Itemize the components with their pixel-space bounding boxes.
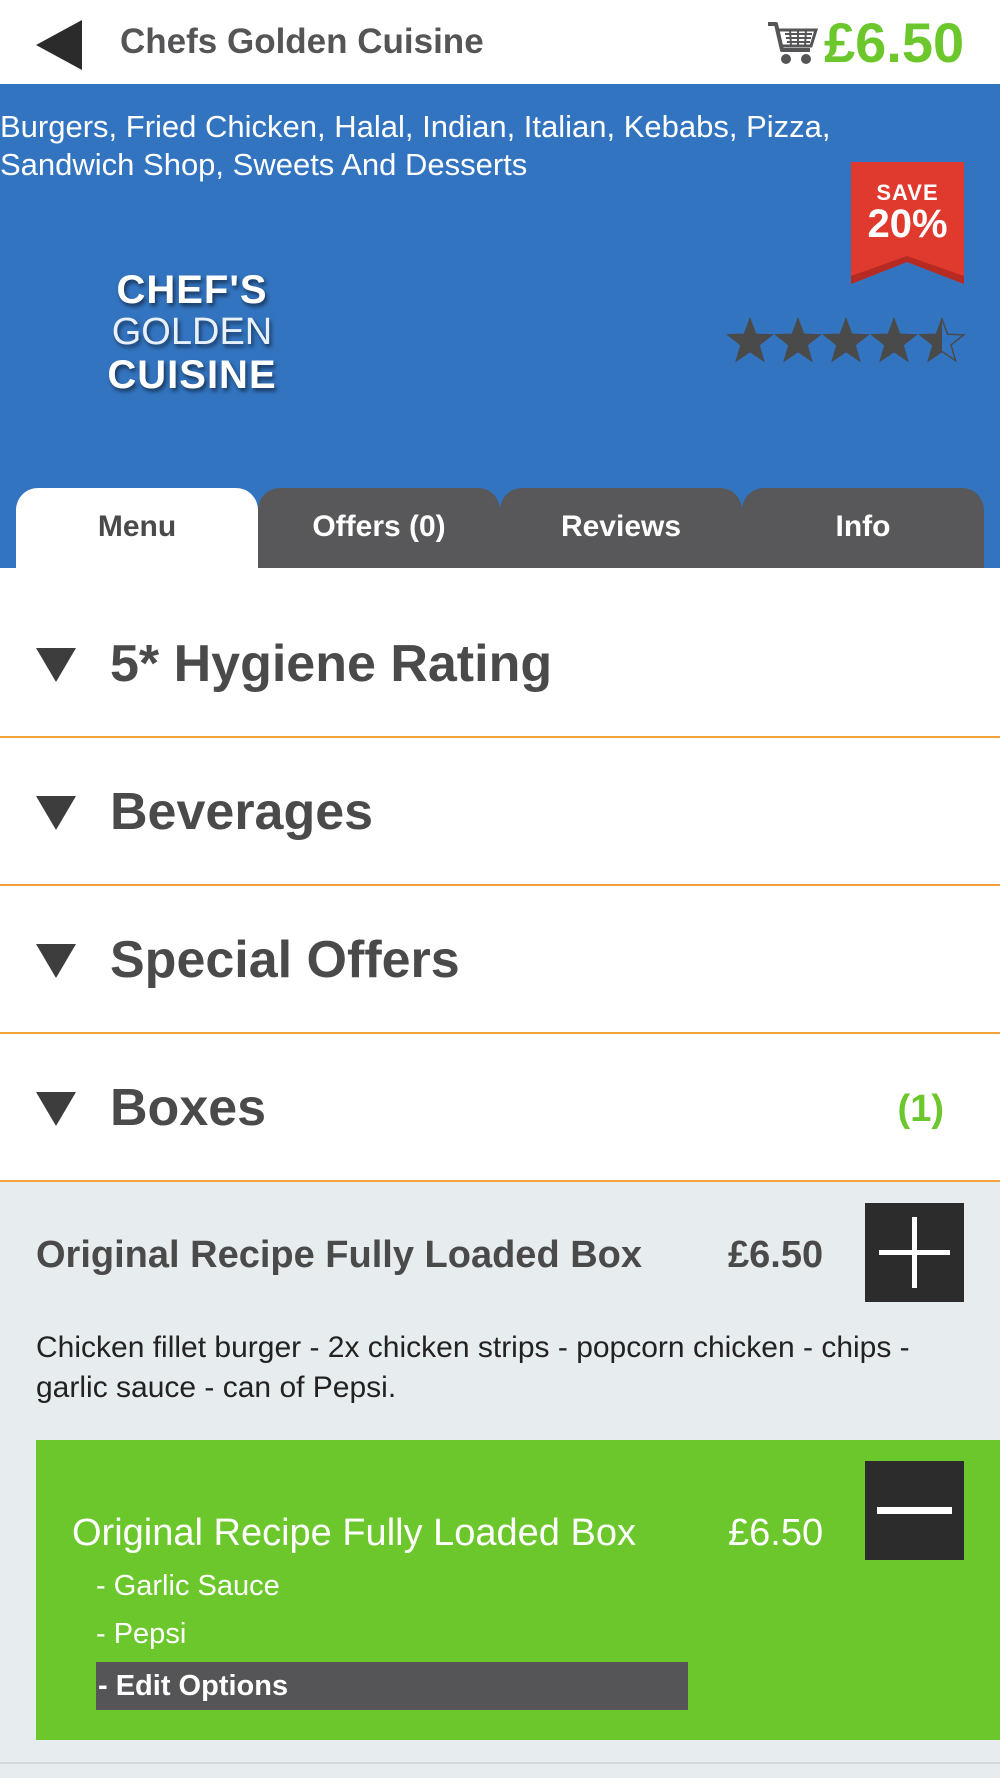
logo-line-2: GOLDEN <box>111 311 273 353</box>
logo-line-3: CUISINE <box>107 353 277 397</box>
shopping-cart-icon[interactable] <box>766 18 818 68</box>
menu-item-price: £6.50 <box>728 1234 824 1276</box>
section-hygiene-rating[interactable]: 5* Hygiene Rating <box>0 590 1000 738</box>
top-bar: Chefs Golden Cuisine £6.50 <box>0 0 1000 84</box>
section-title: Boxes <box>110 1079 267 1137</box>
star-filled-icon <box>776 319 820 361</box>
edit-options-button[interactable]: - Edit Options <box>96 1662 688 1710</box>
basket-item-price: £6.50 <box>728 1512 824 1554</box>
expand-triangle-icon <box>36 944 76 978</box>
save-badge: SAVE 20% <box>851 162 964 284</box>
boxes-items: Original Recipe Fully Loaded Box £6.50 C… <box>0 1182 1000 1778</box>
star-filled-icon <box>728 319 772 361</box>
tab-reviews[interactable]: Reviews <box>500 488 742 568</box>
logo-line-1: CHEF'S <box>116 268 268 312</box>
menu-item-name[interactable]: Original Recipe Fully Loaded Box <box>36 1232 642 1278</box>
cart-total[interactable]: £6.50 <box>824 10 964 76</box>
tab-info[interactable]: Info <box>742 488 984 568</box>
tab-menu[interactable]: Menu <box>16 488 258 568</box>
basket-item-name: Original Recipe Fully Loaded Box <box>72 1512 636 1554</box>
save-percent: 20% <box>867 202 948 246</box>
expand-triangle-icon <box>36 648 76 682</box>
cuisine-list: Burgers, Fried Chicken, Halal, Indian, I… <box>0 109 831 182</box>
back-arrow-icon[interactable] <box>36 20 84 70</box>
basket-option-garlic-sauce: - Garlic Sauce <box>96 1570 280 1602</box>
basket-option-pepsi: - Pepsi <box>96 1618 187 1650</box>
expand-triangle-icon <box>36 1092 76 1126</box>
star-filled-icon <box>824 319 868 361</box>
expand-triangle-icon <box>36 796 76 830</box>
add-item-button[interactable] <box>865 1203 964 1302</box>
tab-offers[interactable]: Offers (0) <box>258 488 500 568</box>
plus-icon <box>879 1217 950 1288</box>
section-special-offers[interactable]: Special Offers <box>0 886 1000 1034</box>
rating-stars <box>726 316 966 363</box>
remove-item-button[interactable] <box>865 1461 964 1560</box>
minus-icon <box>877 1507 952 1514</box>
bottom-divider <box>0 1762 1000 1764</box>
basket-item: Original Recipe Fully Loaded Box £6.50 -… <box>36 1440 1000 1740</box>
section-boxes[interactable]: Boxes (1) <box>0 1034 1000 1182</box>
section-title: Beverages <box>110 783 374 841</box>
section-title: 5* Hygiene Rating <box>110 635 553 693</box>
section-beverages[interactable]: Beverages <box>0 738 1000 886</box>
page-title: Chefs Golden Cuisine <box>120 22 484 61</box>
section-title: Special Offers <box>110 931 460 989</box>
star-filled-icon <box>872 319 916 361</box>
menu-item-description: Chicken fillet burger - 2x chicken strip… <box>36 1331 910 1404</box>
restaurant-logo: CHEF'S GOLDEN CUISINE <box>92 269 292 399</box>
section-item-count: (1) <box>897 1088 944 1130</box>
